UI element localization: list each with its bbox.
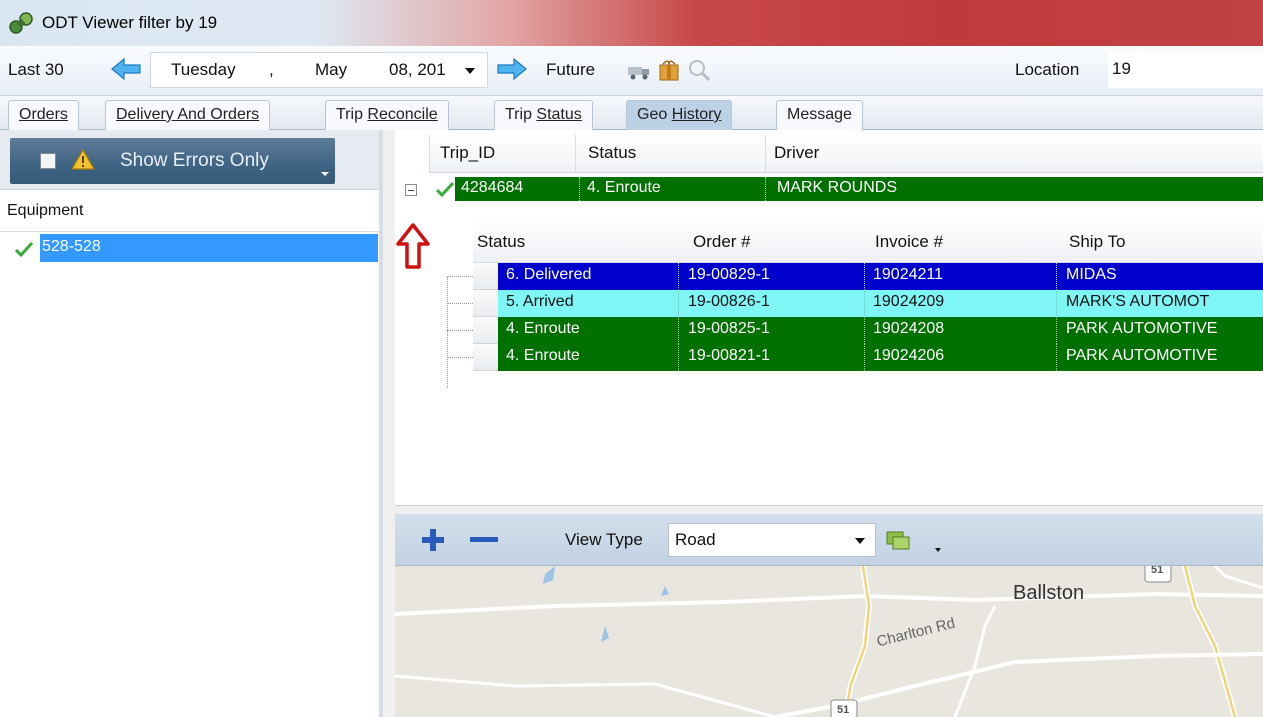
next-arrow-icon[interactable] [496,57,528,81]
window-title: ODT Viewer filter by 19 [42,13,218,32]
tab-geo-history[interactable]: Geo History [626,100,733,130]
order-row[interactable]: 6. Delivered 19-00829-1 19024211 MIDAS [498,263,1263,290]
show-errors-dropdown-icon[interactable] [321,172,329,176]
order-number-cell: 19-00826-1 [688,293,770,310]
map-toolbar: View Type Road [395,514,1263,566]
map-roads [395,566,1263,717]
equipment-row[interactable]: 528-528 [0,233,379,263]
ship-to-cell: MIDAS [1066,266,1117,283]
column-header-status[interactable]: Status [575,135,765,173]
map-layers-icon[interactable] [885,528,911,552]
tab-orders[interactable]: Orders [8,100,79,130]
date-rest: 08, 201 [389,60,446,79]
view-type-dropdown-icon[interactable] [855,538,865,544]
date-dropdown-icon[interactable] [465,68,475,74]
ship-to-cell: MARK'S AUTOMOT [1066,293,1210,310]
location-field[interactable]: 19 [1108,52,1263,88]
tab-trip-status[interactable]: Trip Status [494,100,593,130]
trip-driver-cell: MARK ROUNDS [777,179,898,196]
sub-column-header-status[interactable]: Status [477,232,525,252]
invoice-number-cell: 19024211 [873,266,943,283]
invoice-number-cell: 19024209 [873,293,945,310]
filter-header: Show Errors Only [0,130,379,190]
trip-id-cell: 4284684 [461,179,524,196]
map-layers-dropdown-icon[interactable] [935,548,941,552]
date-picker[interactable]: Tuesday , May 08, 201 [150,52,488,88]
order-number-cell: 19-00821-1 [688,347,770,364]
column-header-driver[interactable]: Driver [765,135,1263,173]
show-errors-checkbox[interactable] [40,153,56,169]
invoice-number-cell: 19024206 [873,347,945,364]
truck-icon[interactable] [626,58,652,82]
ship-to-cell: PARK AUTOMOTIVE [1066,347,1218,364]
zoom-in-icon[interactable] [421,528,445,552]
equipment-panel: Show Errors Only Equipment 528-528 [0,130,383,717]
title-bar: ODT Viewer filter by 19 [0,0,1263,46]
date-toolbar: Last 30 Tuesday , May 08, 201 Future Loc… [0,46,1263,96]
sub-column-header-ship-to[interactable]: Ship To [1069,232,1125,252]
order-status-cell: 4. Enroute [506,320,580,337]
view-type-select[interactable]: Road [668,523,876,557]
previous-arrow-icon[interactable] [110,57,142,81]
order-status-cell: 5. Arrived [506,293,574,310]
location-label: Location [1015,60,1080,79]
show-errors-label: Show Errors Only [120,150,269,171]
column-header-trip-id[interactable]: Trip_ID [429,135,575,173]
equipment-item[interactable]: 528-528 [40,234,378,262]
invoice-number-cell: 19024208 [873,320,945,337]
up-arrow-annotation-icon [396,223,430,269]
tab-trip-reconcile[interactable]: Trip Reconcile [325,100,449,130]
tab-message[interactable]: Message [776,100,863,130]
last-30-button[interactable]: Last 30 [8,60,64,80]
date-separator: , [269,60,274,79]
trip-row[interactable]: 4284684 4. Enroute MARK ROUNDS [455,177,1263,201]
location-value: 19 [1112,59,1131,78]
ship-to-cell: PARK AUTOMOTIVE [1066,320,1218,337]
view-type-label: View Type [565,530,643,549]
search-icon[interactable] [686,58,712,82]
sub-column-header-invoice[interactable]: Invoice # [875,232,943,252]
map-place-label: Ballston [1013,582,1085,604]
future-button[interactable]: Future [546,60,595,80]
app-binoculars-icon [9,12,33,34]
trip-status-cell: 4. Enroute [587,179,661,196]
warning-icon [70,148,96,170]
date-day: Tuesday [171,60,236,79]
date-month: May [315,60,348,79]
order-row[interactable]: 5. Arrived 19-00826-1 19024209 MARK'S AUTOM… [498,290,1263,317]
package-icon[interactable] [656,58,682,82]
show-errors-only-button[interactable]: Show Errors Only [10,138,335,184]
trip-grid: Trip_ID Status Driver 4284684 4. Enroute… [395,130,1263,506]
order-status-cell: 6. Delivered [506,266,592,283]
map-view[interactable]: 51 51 Ballston Charlton Rd [395,566,1263,717]
tab-strip: Orders Delivery And Orders Trip Reconcil… [0,96,1263,130]
equipment-column-header[interactable]: Equipment [0,192,379,232]
zoom-out-icon[interactable] [469,528,499,552]
order-status-cell: 4. Enroute [506,347,580,364]
order-number-cell: 19-00825-1 [688,320,770,337]
view-type-value: Road [675,530,716,549]
sub-grid-header-row [473,221,1263,263]
check-icon [14,241,34,258]
route-shield-top: 51 [1151,566,1164,576]
collapse-toggle-icon[interactable] [405,184,417,196]
order-row[interactable]: 4. Enroute 19-00821-1 19024206 PARK AUTOMOT… [498,344,1263,371]
tab-delivery-and-orders[interactable]: Delivery And Orders [105,100,271,130]
order-row[interactable]: 4. Enroute 19-00825-1 19024208 PARK AUTOMOT… [498,317,1263,344]
route-shield-bottom: 51 [837,704,850,716]
order-number-cell: 19-00829-1 [688,266,770,283]
trip-check-icon [435,181,455,198]
sub-column-header-order[interactable]: Order # [693,232,751,252]
